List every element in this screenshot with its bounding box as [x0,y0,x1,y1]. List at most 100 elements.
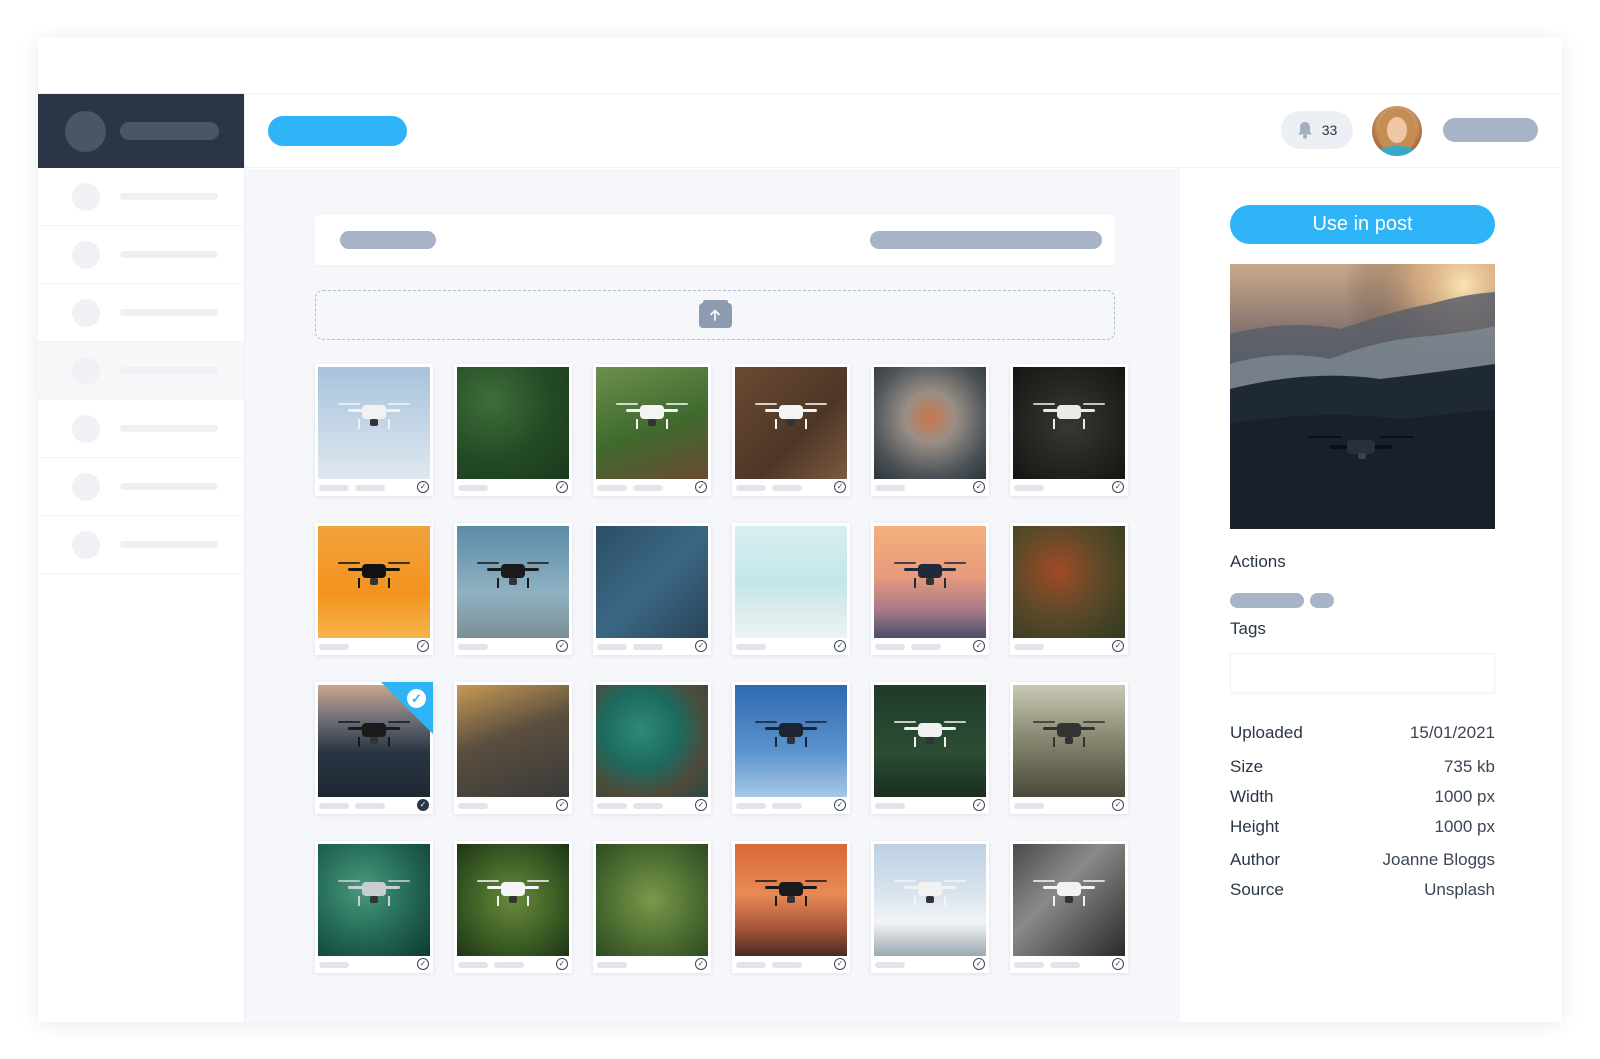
select-checkbox-icon[interactable]: ✓ [1112,481,1124,493]
select-checkbox-icon[interactable]: ✓ [973,799,985,811]
image-card[interactable]: ✓ [593,364,711,496]
image-card[interactable]: ✓ [454,523,572,655]
image-card[interactable]: ✓ [315,841,433,973]
select-checkbox-icon[interactable]: ✓ [1112,799,1124,811]
sidebar-item-label [120,425,218,432]
sidebar-item-1[interactable] [38,168,244,226]
upload-dropzone[interactable] [315,290,1115,340]
select-checkbox-icon[interactable]: ✓ [417,799,429,811]
image-card[interactable]: ✓ [593,841,711,973]
image-card[interactable]: ✓ [454,364,572,496]
image-card[interactable]: ✓ [593,523,711,655]
select-checkbox-icon[interactable]: ✓ [973,481,985,493]
select-checkbox-icon[interactable]: ✓ [556,799,568,811]
info-value: Joanne Bloggs [1382,850,1495,869]
drone-icon [616,403,688,429]
image-card[interactable]: ✓ [593,682,711,814]
image-meta-placeholder [736,485,802,491]
info-key: Author [1230,850,1281,869]
tags-input[interactable] [1230,653,1495,693]
primary-action-placeholder[interactable] [268,116,407,146]
action-placeholder-2[interactable] [1310,593,1334,608]
sidebar-item-label [120,541,218,548]
image-card[interactable]: ✓ [454,841,572,973]
user-name-placeholder[interactable] [1443,118,1538,142]
sidebar-item-5[interactable] [38,400,244,458]
select-checkbox-icon[interactable]: ✓ [834,640,846,652]
select-checkbox-icon[interactable]: ✓ [834,481,846,493]
select-checkbox-icon[interactable]: ✓ [973,640,985,652]
image-thumbnail [318,367,430,479]
drone-icon [1033,721,1105,747]
image-meta-placeholder [875,962,905,968]
sidebar-avatar-placeholder [65,110,106,152]
image-card[interactable]: ✓ [732,841,850,973]
image-card[interactable]: ✓ [1010,364,1128,496]
select-checkbox-icon[interactable]: ✓ [695,799,707,811]
image-card[interactable]: ✓ [871,523,989,655]
sidebar-item-2[interactable] [38,226,244,284]
app-window: 33 ✓ ✓ ✓ ✓ ✓ ✓ ✓ ✓ ✓ ✓ ✓ ✓ ✓ ✓ ✓ ✓ ✓ ✓ ✓ ✓ ✓ ✓ ✓ ✓ ✓ Use in post [38,38,1562,1022]
image-card[interactable]: ✓ [1010,682,1128,814]
image-card[interactable]: ✓ [871,682,989,814]
info-row-width: Width 1000 px [1230,787,1495,807]
sidebar-profile[interactable] [38,94,244,168]
image-card[interactable]: ✓ [871,841,989,973]
image-meta-placeholder [319,803,385,809]
select-checkbox-icon[interactable]: ✓ [834,958,846,970]
filter-placeholder-left[interactable] [340,231,436,249]
image-thumbnail [457,844,569,956]
info-value: 1000 px [1434,787,1496,806]
select-checkbox-icon[interactable]: ✓ [1112,640,1124,652]
use-in-post-button[interactable]: Use in post [1230,205,1495,244]
select-checkbox-icon[interactable]: ✓ [834,799,846,811]
drone-icon [338,880,410,906]
sidebar-item-6[interactable] [38,458,244,516]
notifications-button[interactable]: 33 [1281,111,1353,149]
select-checkbox-icon[interactable]: ✓ [417,958,429,970]
image-card[interactable]: ✓ [1010,523,1128,655]
select-checkbox-icon[interactable]: ✓ [556,958,568,970]
image-card[interactable]: ✓ [454,682,572,814]
image-meta-placeholder [458,644,488,650]
select-checkbox-icon[interactable]: ✓ [695,640,707,652]
select-checkbox-icon[interactable]: ✓ [695,481,707,493]
sidebar-item-4-active[interactable] [38,342,244,400]
sidebar-item-icon [72,298,100,327]
sidebar-item-7[interactable] [38,516,244,574]
user-avatar[interactable] [1372,106,1422,156]
image-card[interactable]: ✓ [871,364,989,496]
info-row-size: Size 735 kb [1230,757,1495,777]
select-checkbox-icon[interactable]: ✓ [973,958,985,970]
sidebar-name-placeholder [120,122,219,140]
image-meta-placeholder [597,962,627,968]
image-thumbnail [596,685,708,797]
image-thumbnail [1013,685,1125,797]
image-card[interactable]: ✓ [732,364,850,496]
image-card[interactable]: ✓ [1010,841,1128,973]
details-panel: Use in post Actions Tags Uploaded 15/01/… [1180,169,1562,1022]
image-card-selected[interactable]: ✓ ✓ [315,682,433,814]
action-placeholder-1[interactable] [1230,593,1304,608]
drone-icon [338,562,410,588]
sidebar-item-3[interactable] [38,284,244,342]
select-checkbox-icon[interactable]: ✓ [556,481,568,493]
image-card[interactable]: ✓ [315,364,433,496]
select-checkbox-icon[interactable]: ✓ [695,958,707,970]
upload-icon [698,299,732,328]
image-card[interactable]: ✓ [732,523,850,655]
image-card[interactable]: ✓ [315,523,433,655]
image-thumbnail [1013,844,1125,956]
image-meta-placeholder [875,803,905,809]
drone-icon [338,403,410,429]
select-checkbox-icon[interactable]: ✓ [417,640,429,652]
select-checkbox-icon[interactable]: ✓ [417,481,429,493]
select-checkbox-icon[interactable]: ✓ [556,640,568,652]
drone-icon [755,721,827,747]
image-card[interactable]: ✓ [732,682,850,814]
select-checkbox-icon[interactable]: ✓ [1112,958,1124,970]
sidebar [38,94,245,1022]
tags-label: Tags [1230,619,1266,638]
selected-corner-badge [381,682,433,734]
search-placeholder-right[interactable] [870,231,1102,249]
